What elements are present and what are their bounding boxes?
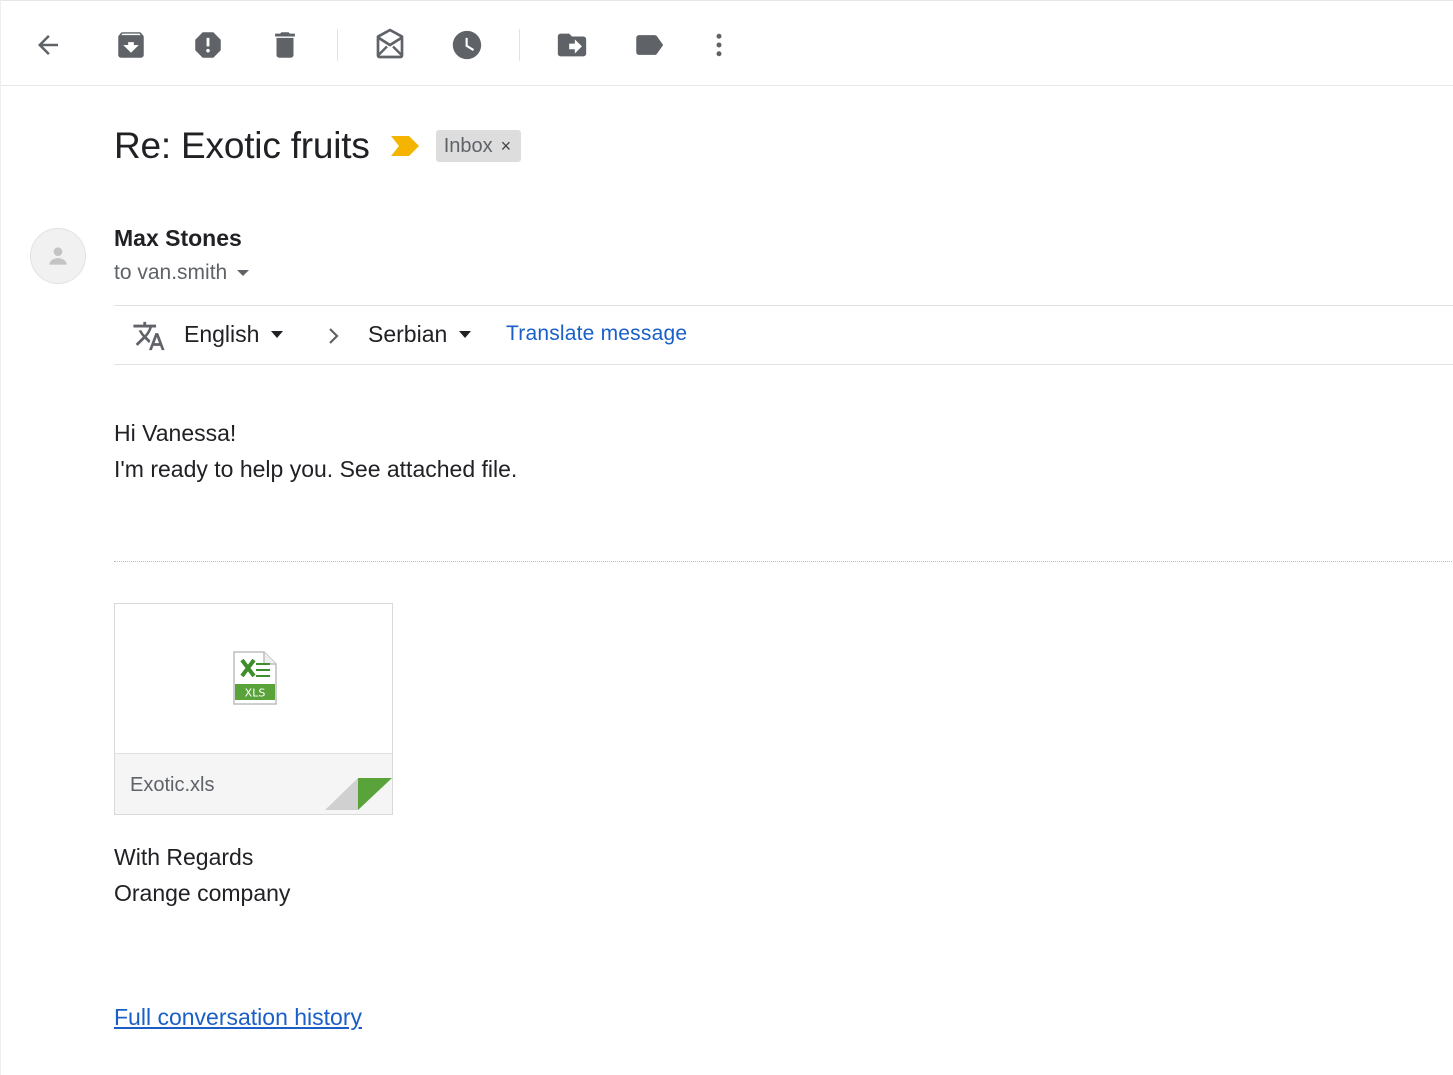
person-icon [49, 247, 67, 265]
attachment-file-name: Exotic.xls [130, 774, 215, 796]
email-toolbar [1, 1, 1453, 86]
back-button[interactable] [28, 25, 68, 65]
email-view: Re: Exotic fruits Inbox × Max Stones to … [0, 0, 1453, 1075]
important-marker-icon[interactable] [390, 135, 420, 157]
email-body: Hi Vanessa! I'm ready to help you. See a… [114, 415, 517, 487]
archive-icon [118, 32, 144, 58]
chevron-down-icon [237, 270, 250, 276]
labels-button[interactable] [629, 25, 669, 65]
translate-icon [133, 321, 165, 351]
remove-label-button[interactable]: × [501, 136, 512, 157]
subject-row: Re: Exotic fruits Inbox × [114, 125, 522, 167]
move-to-button[interactable] [552, 25, 592, 65]
label-chip-inbox: Inbox × [435, 130, 522, 162]
attachment-preview: XLS [115, 604, 392, 754]
caret-down-icon [459, 331, 472, 338]
signature-line: With Regards [114, 844, 254, 870]
file-type-badge: XLS [245, 687, 266, 700]
mark-unread-icon [376, 28, 404, 59]
translate-message-link[interactable]: Translate message [506, 322, 687, 346]
translate-bar: English Serbian Translate message [114, 305, 1453, 365]
label-chip-text: Inbox [443, 134, 493, 157]
sender-name[interactable]: Max Stones [114, 225, 242, 252]
snooze-button[interactable] [447, 25, 487, 65]
attachment-footer: Exotic.xls [115, 754, 392, 814]
email-subject: Re: Exotic fruits [114, 125, 370, 166]
target-language-label: Serbian [368, 321, 448, 347]
full-conversation-history-link[interactable]: Full conversation history [114, 1004, 362, 1031]
body-line: Hi Vanessa! [114, 420, 237, 446]
excel-file-icon: XLS [233, 651, 277, 705]
recipient-details-toggle[interactable]: to van.smith [114, 261, 250, 285]
source-language-label: English [184, 321, 260, 347]
report-spam-icon [195, 32, 221, 58]
email-signature: With Regards Orange company [114, 839, 290, 911]
signature-line: Orange company [114, 880, 291, 906]
mark-unread-button[interactable] [370, 25, 410, 65]
chevron-right-icon [329, 328, 339, 344]
toolbar-divider [519, 29, 520, 61]
report-spam-button[interactable] [188, 25, 228, 65]
attachment-divider [114, 561, 1453, 562]
label-icon [636, 35, 664, 55]
source-language-select[interactable]: English [184, 321, 284, 348]
recipient-text: to van.smith [114, 261, 228, 284]
clock-icon [452, 30, 482, 60]
move-to-icon [557, 33, 587, 57]
page-curl-icon [325, 778, 392, 810]
target-language-select[interactable]: Serbian [368, 321, 472, 348]
avatar[interactable] [30, 228, 86, 284]
toolbar-divider [337, 29, 338, 61]
more-options-button[interactable] [699, 25, 739, 65]
caret-down-icon [271, 331, 284, 338]
more-vertical-icon [716, 33, 722, 57]
delete-button[interactable] [265, 25, 305, 65]
body-line: I'm ready to help you. See attached file… [114, 456, 518, 482]
trash-icon [275, 32, 295, 58]
attachment-card[interactable]: XLS Exotic.xls [114, 603, 393, 815]
arrow-left-icon [38, 35, 58, 55]
archive-button[interactable] [111, 25, 151, 65]
